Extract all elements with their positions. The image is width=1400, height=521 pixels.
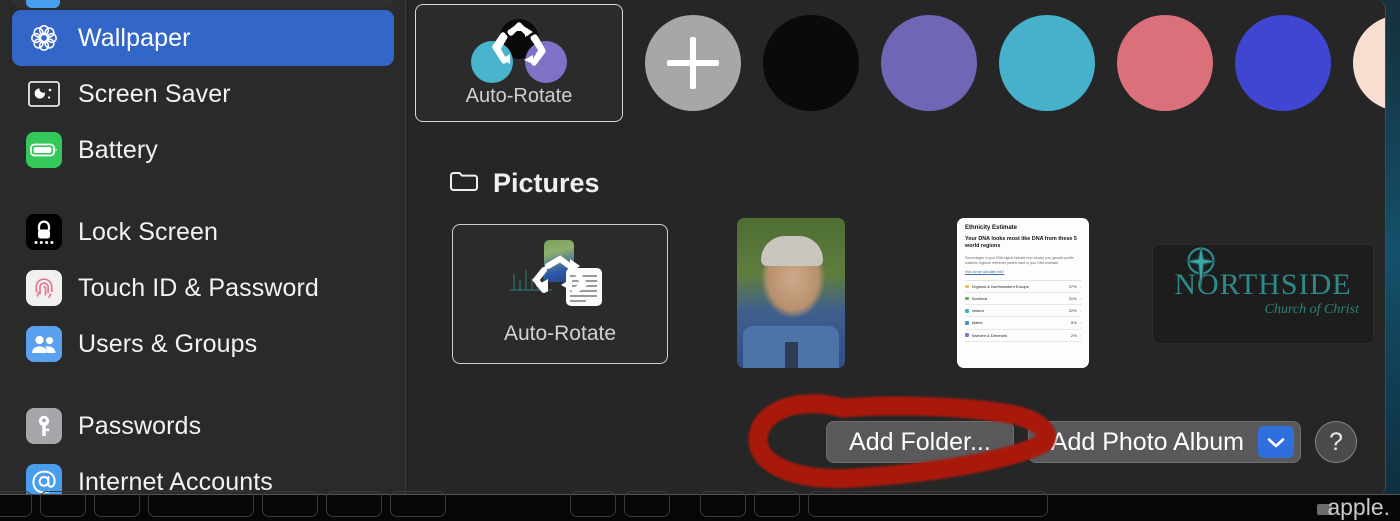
- key-icon: [26, 408, 62, 444]
- auto-rotate-swatch-tile[interactable]: Auto-Rotate: [415, 4, 623, 122]
- wallpaper-main-panel: Auto-Rotate Pictures: [407, 0, 1385, 496]
- dna-card-link: How do we calculate this?: [965, 270, 1081, 274]
- dna-region-name: Scotland: [972, 296, 1066, 301]
- sidebar-item-label: Screen Saver: [78, 80, 231, 109]
- dna-card-subheading: Your DNA looks most like DNA from these …: [965, 236, 1081, 251]
- settings-sidebar[interactable]: Wallpaper Screen Saver: [0, 0, 406, 496]
- dna-region-row: Sweden & Denmark 2% ›: [965, 330, 1081, 342]
- apple-watermark: apple.: [1327, 494, 1390, 521]
- northside-logo-thumbnail[interactable]: NORTHSIDE Church of Christ: [1152, 244, 1374, 344]
- users-icon: [26, 326, 62, 362]
- dna-region-row: Scotland 31% ›: [965, 293, 1081, 305]
- sidebar-item-label: Passwords: [78, 412, 201, 441]
- add-folder-button[interactable]: Add Folder...: [826, 421, 1014, 463]
- wallpaper-swatch-row: Auto-Rotate: [412, 2, 1385, 124]
- battery-icon: [26, 132, 62, 168]
- bottom-keyboard-strip: apple.: [0, 494, 1400, 521]
- dna-region-percent: 37%: [1069, 284, 1077, 289]
- plus-icon: [667, 37, 719, 89]
- sidebar-item-partial-above[interactable]: [12, 0, 394, 8]
- chevron-right-icon: ›: [1080, 320, 1081, 325]
- sidebar-item-wallpaper[interactable]: Wallpaper: [12, 10, 394, 66]
- screensaver-icon: [26, 76, 62, 112]
- dna-region-name: Wales: [972, 320, 1068, 325]
- chevron-down-icon[interactable]: [1258, 426, 1294, 458]
- sidebar-item-label: Battery: [78, 136, 158, 165]
- sidebar-item-screen-saver[interactable]: Screen Saver: [12, 66, 394, 122]
- sidebar-group-divider: [0, 372, 406, 398]
- color-swatch-purple[interactable]: [881, 15, 977, 111]
- wallpaper-footer-buttons: Add Folder... Add Photo Album ?: [826, 421, 1357, 463]
- touchid-icon: [26, 270, 62, 306]
- sidebar-item-internet-accounts[interactable]: Internet Accounts: [12, 454, 394, 496]
- dna-region-percent: 22%: [1069, 308, 1077, 313]
- chevron-right-icon: ›: [1080, 284, 1081, 289]
- sidebar-item-label: Wallpaper: [78, 24, 191, 53]
- dna-region-percent: 31%: [1069, 296, 1077, 301]
- chevron-right-icon: ›: [1080, 296, 1081, 301]
- portrait-photo-thumbnail[interactable]: [737, 218, 845, 368]
- sidebar-item-label: Lock Screen: [78, 218, 218, 247]
- dna-region-name: Ireland: [972, 308, 1066, 313]
- compass-star-icon: [1184, 245, 1218, 291]
- sidebar-item-label: Touch ID & Password: [78, 274, 319, 303]
- dna-card-body: Percentages in your DNA signal indicate …: [965, 256, 1081, 266]
- dna-ethnicity-screenshot-thumbnail[interactable]: Ethnicity Estimate Your DNA looks most l…: [957, 218, 1089, 368]
- dna-card-heading: Ethnicity Estimate: [965, 225, 1081, 231]
- add-wallpaper-button[interactable]: [645, 15, 741, 111]
- add-photo-album-label: Add Photo Album: [1051, 428, 1244, 457]
- sidebar-item-battery[interactable]: Battery: [12, 122, 394, 178]
- pictures-auto-rotate-tile[interactable]: Auto-Rotate: [452, 224, 668, 364]
- screenshot-root: Wallpaper Screen Saver: [0, 0, 1400, 521]
- auto-rotate-swatch-label: Auto-Rotate: [466, 85, 573, 108]
- dna-region-percent: 2%: [1071, 333, 1077, 338]
- dna-region-name: England & Northwestern Europe: [972, 284, 1066, 289]
- auto-rotate-icon: [471, 19, 567, 81]
- dna-region-name: Sweden & Denmark: [972, 333, 1068, 338]
- system-settings-window: Wallpaper Screen Saver: [0, 0, 1386, 496]
- sidebar-item-passwords[interactable]: Passwords: [12, 398, 394, 454]
- pictures-section-header: Pictures: [449, 168, 600, 199]
- lock-icon: [26, 214, 62, 250]
- add-photo-album-button[interactable]: Add Photo Album: [1028, 421, 1301, 463]
- wallpaper-icon: [26, 20, 62, 56]
- dna-region-row: Wales 5% ›: [965, 317, 1081, 329]
- chevron-right-icon: ›: [1080, 333, 1081, 338]
- chevron-right-icon: ›: [1080, 308, 1081, 313]
- sidebar-item-users-groups[interactable]: Users & Groups: [12, 316, 394, 372]
- color-swatch-black[interactable]: [763, 15, 859, 111]
- northside-logo-tagline: Church of Christ: [1265, 302, 1359, 318]
- folder-icon: [449, 169, 479, 198]
- dna-region-row: England & Northwestern Europe 37% ›: [965, 281, 1081, 293]
- sidebar-group-divider: [0, 178, 406, 204]
- sidebar-item-label: Users & Groups: [78, 330, 257, 359]
- sidebar-item-touch-id-password[interactable]: Touch ID & Password: [12, 260, 394, 316]
- pictures-thumbnail-row: Auto-Rotate Ethnicity Estimate Your DNA …: [447, 218, 1385, 378]
- color-swatch-rose[interactable]: [1117, 15, 1213, 111]
- color-swatch-blue[interactable]: [1235, 15, 1331, 111]
- help-button[interactable]: ?: [1315, 421, 1357, 463]
- dna-card-region-list: England & Northwestern Europe 37% › Scot…: [965, 280, 1081, 342]
- pictures-auto-rotate-label: Auto-Rotate: [504, 322, 616, 346]
- auto-rotate-photos-icon: [500, 242, 620, 308]
- pictures-section-title: Pictures: [493, 168, 600, 199]
- color-swatch-cream[interactable]: [1353, 15, 1386, 111]
- dna-region-percent: 5%: [1071, 320, 1077, 325]
- color-swatch-teal[interactable]: [999, 15, 1095, 111]
- dna-region-row: Ireland 22% ›: [965, 305, 1081, 317]
- sidebar-item-lock-screen[interactable]: Lock Screen: [12, 204, 394, 260]
